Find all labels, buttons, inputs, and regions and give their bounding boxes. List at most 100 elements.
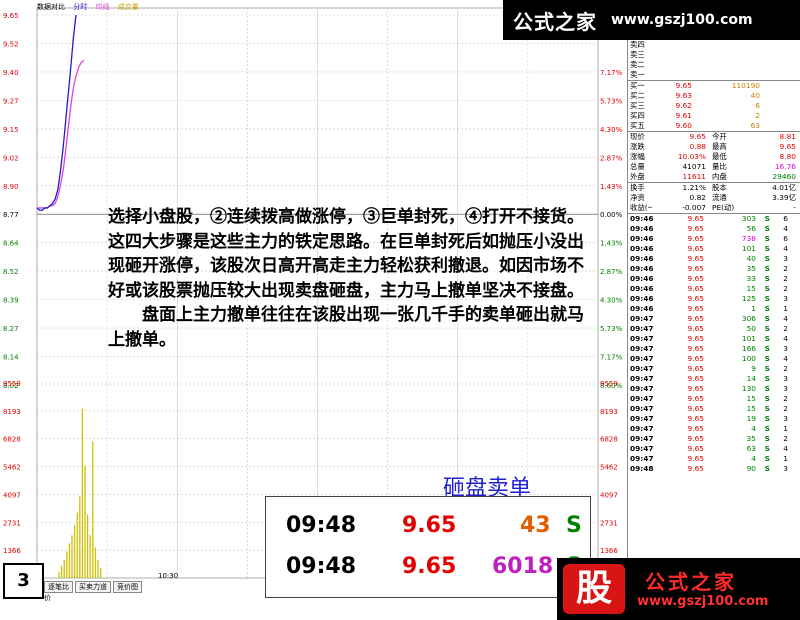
bottom-tab-price[interactable]: 价 — [44, 593, 51, 603]
trade-volume: 14 — [746, 374, 756, 383]
trade-row[interactable]: 09:46 9.65 33 S 2 — [628, 274, 800, 284]
trade-count: 4 — [783, 314, 788, 323]
banner-url[interactable]: www.gszj100.com — [637, 594, 768, 609]
price-tick-label: 8.27 — [3, 325, 19, 333]
banner-url[interactable]: www.gszj100.com — [611, 12, 753, 28]
orderbook-buy-row[interactable]: 买三 9.62 6 — [628, 101, 800, 111]
trade-row[interactable]: 09:47 9.65 166 S 3 — [628, 344, 800, 354]
bottom-tabs: 逐笔比 买卖力道 竞价图 — [44, 581, 144, 593]
trade-volume: 90 — [746, 464, 756, 473]
orderbook-buy-row[interactable]: 买二 9.63 40 — [628, 91, 800, 101]
trade-side: S — [764, 364, 770, 373]
trade-side: S — [764, 264, 770, 273]
percent-tick-label: 7.17% — [600, 69, 623, 77]
orderbook-sell-row[interactable]: 卖二 — [628, 60, 800, 70]
trade-side: S — [764, 304, 770, 313]
orderbook-sell-row[interactable]: 卖四 — [628, 40, 800, 50]
quote-label: 内盘 — [712, 172, 727, 181]
price-tick-label: 9.40 — [3, 69, 19, 77]
trade-row[interactable]: 09:46 9.65 101 S 4 — [628, 244, 800, 254]
price-tick-label: 9.65 — [3, 12, 19, 20]
quote-label: 股本 — [712, 183, 727, 192]
chart-legend: 数据对比 分时 均线 成交量 — [37, 2, 145, 12]
orderbook-buy-row[interactable]: 买四 9.61 2 — [628, 111, 800, 121]
trade-count: 6 — [783, 234, 788, 243]
trade-row[interactable]: 09:47 9.65 9 S 2 — [628, 364, 800, 374]
volume-tick-label-right: 5462 — [600, 464, 618, 472]
trade-row[interactable]: 09:46 9.65 303 S 6 — [628, 214, 800, 224]
sell-level-label: 卖一 — [630, 70, 645, 79]
sell-price — [652, 70, 692, 80]
buy-level-label: 买二 — [630, 91, 645, 100]
tab-buy-sell-force[interactable]: 买卖力道 — [75, 581, 111, 593]
trade-row[interactable]: 09:47 9.65 306 S 4 — [628, 314, 800, 324]
trade-side: S — [764, 394, 770, 403]
legend-compare[interactable]: 数据对比 — [37, 3, 65, 11]
trade-row[interactable]: 09:47 9.65 15 S 2 — [628, 404, 800, 414]
trade-row[interactable]: 09:47 9.65 35 S 2 — [628, 434, 800, 444]
trade-price: 9.65 — [687, 394, 704, 403]
trade-row[interactable]: 09:47 9.65 4 S 1 — [628, 424, 800, 434]
quote-row: 换手 1.21% 股本 4.01亿 — [628, 183, 800, 193]
price-tick-label: 8.39 — [3, 297, 19, 305]
orderbook-sell-row[interactable]: 卖三 — [628, 50, 800, 60]
trade-time: 09:47 — [630, 364, 654, 373]
trade-price: 9.65 — [687, 264, 704, 273]
callout-side: S — [566, 513, 582, 538]
trade-row[interactable]: 09:47 9.65 101 S 4 — [628, 334, 800, 344]
orderbook-buy-row[interactable]: 买五 9.60 63 — [628, 121, 800, 131]
trade-row[interactable]: 09:47 9.65 130 S 3 — [628, 384, 800, 394]
volume-tick-label-right: 8193 — [600, 408, 618, 416]
trade-time: 09:48 — [630, 464, 654, 473]
trade-row[interactable]: 09:46 9.65 40 S 3 — [628, 254, 800, 264]
sell-level-label: 卖二 — [630, 60, 645, 69]
trade-price: 9.65 — [687, 284, 704, 293]
trade-time: 09:46 — [630, 254, 654, 263]
trade-time: 09:47 — [630, 424, 654, 433]
trade-count: 3 — [783, 374, 788, 383]
trade-row[interactable]: 09:47 9.65 100 S 4 — [628, 354, 800, 364]
tab-tick-ratio[interactable]: 逐笔比 — [44, 581, 73, 593]
banner-title: 公式之家 — [645, 570, 737, 594]
tab-auction-chart[interactable]: 竞价图 — [113, 581, 142, 593]
orderbook-sell-row[interactable]: 卖一 — [628, 70, 800, 80]
quote-label: 净资 — [630, 193, 645, 202]
trade-time: 09:47 — [630, 454, 654, 463]
trade-row[interactable]: 09:47 9.65 19 S 3 — [628, 414, 800, 424]
legend-timeshare[interactable]: 分时 — [73, 3, 87, 11]
trade-side: S — [764, 414, 770, 423]
trade-row[interactable]: 09:46 9.65 15 S 2 — [628, 284, 800, 294]
trade-volume: 130 — [741, 384, 756, 393]
price-tick-label: 9.27 — [3, 97, 19, 105]
trade-price: 9.65 — [687, 314, 704, 323]
trade-row[interactable]: 09:48 9.65 90 S 3 — [628, 464, 800, 474]
quote-label: 最高 — [712, 142, 727, 151]
trade-row[interactable]: 09:47 9.65 63 S 4 — [628, 444, 800, 454]
trade-side: S — [764, 224, 770, 233]
trade-row[interactable]: 09:47 9.65 15 S 2 — [628, 394, 800, 404]
trade-row[interactable]: 09:46 9.65 56 S 4 — [628, 224, 800, 234]
trade-time: 09:46 — [630, 234, 654, 243]
trade-time: 09:46 — [630, 224, 654, 233]
trade-row[interactable]: 09:46 9.65 738 S 6 — [628, 234, 800, 244]
trade-side: S — [764, 244, 770, 253]
quote-row: 涨跌 0.88 最高 9.65 — [628, 142, 800, 152]
trade-row[interactable]: 09:47 9.65 4 S 1 — [628, 454, 800, 464]
stock-logo-icon: 股 — [563, 564, 625, 614]
note-paragraph-2: 盘面上主力撤单往往在该股出现一张几千手的卖单砸出就马上撤单。 — [108, 305, 584, 350]
quote-label: 涨幅 — [630, 152, 645, 161]
orderbook-buy-row[interactable]: 买一 9.65 110190 — [628, 81, 800, 91]
callout-price: 9.65 — [402, 513, 457, 538]
buy-volume: 6 — [755, 101, 760, 110]
trade-price: 9.65 — [687, 304, 704, 313]
trade-row[interactable]: 09:47 9.65 14 S 3 — [628, 374, 800, 384]
legend-volume[interactable]: 成交量 — [118, 3, 139, 11]
trade-row[interactable]: 09:46 9.65 1 S 1 — [628, 304, 800, 314]
callout-volume: 6018 — [492, 554, 554, 579]
buy-price: 9.62 — [675, 101, 692, 110]
trade-row[interactable]: 09:46 9.65 35 S 2 — [628, 264, 800, 274]
trade-row[interactable]: 09:47 9.65 50 S 2 — [628, 324, 800, 334]
trade-row[interactable]: 09:46 9.65 125 S 3 — [628, 294, 800, 304]
legend-avg[interactable]: 均线 — [95, 3, 109, 11]
trade-price: 9.65 — [687, 464, 704, 473]
